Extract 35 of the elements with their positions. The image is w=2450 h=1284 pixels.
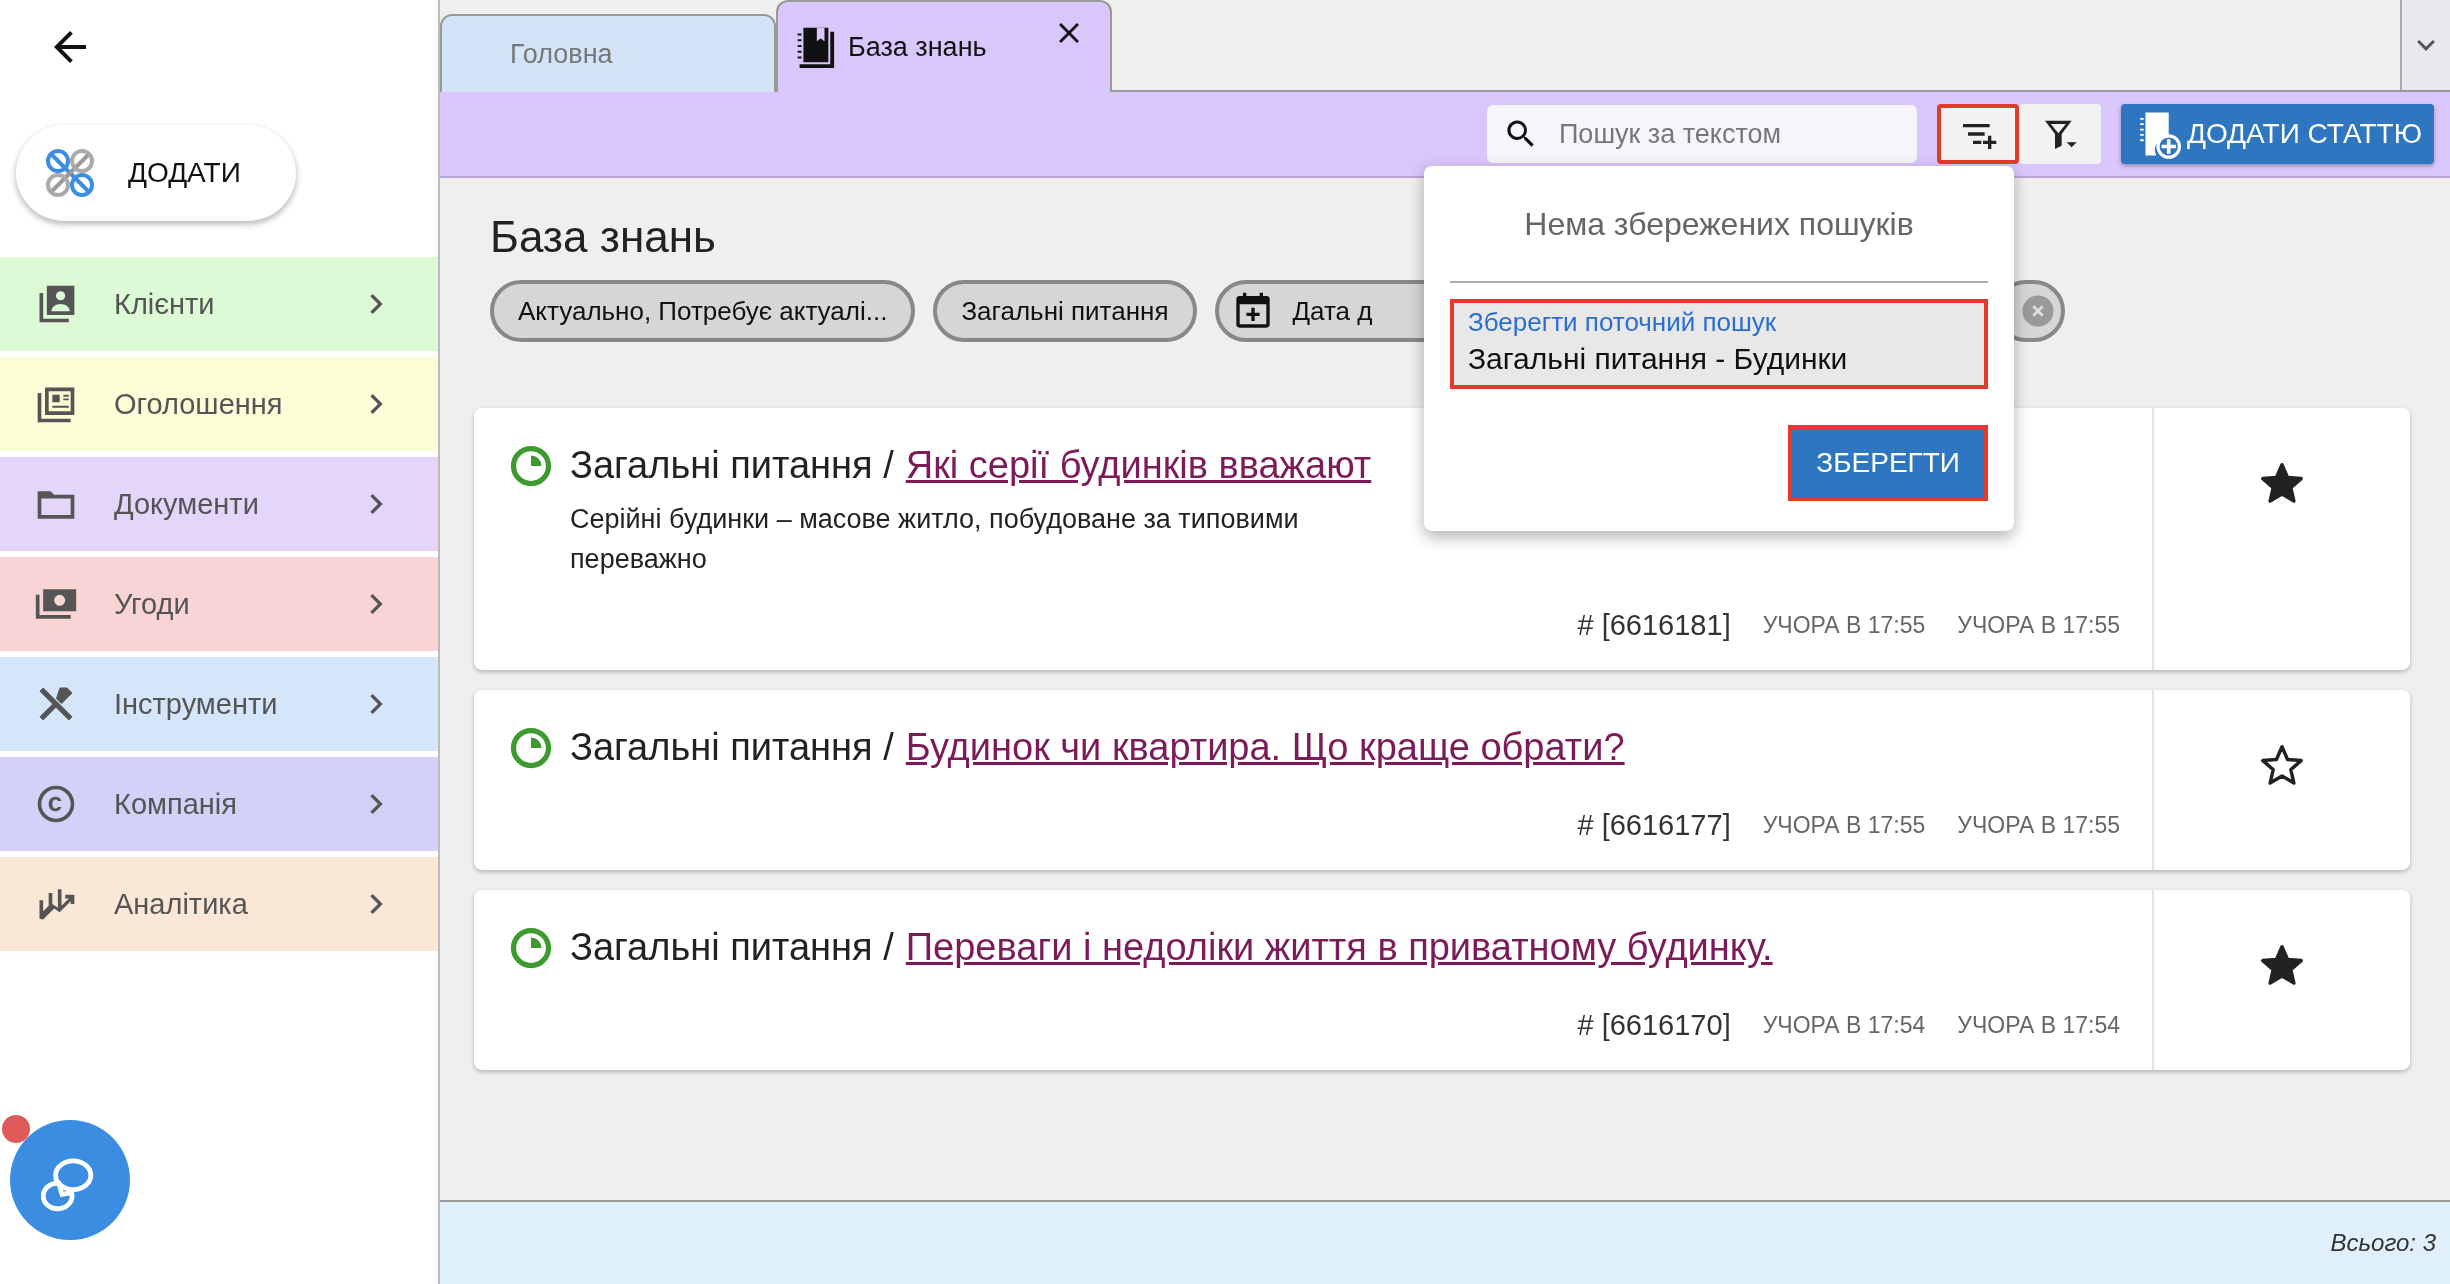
search-field[interactable]: Пошук за текстом [1486, 105, 1917, 163]
save-button[interactable]: ЗБЕРЕГТИ [1788, 425, 1988, 501]
add-article-button[interactable]: ДОДАТИ СТАТТЮ [2120, 104, 2434, 164]
sidebar-item[interactable]: Угоди [0, 557, 438, 651]
sidebar-item[interactable]: Клієнти [0, 257, 438, 351]
article-category: Загальні питання / [570, 726, 894, 769]
created-date: УЧОРА В 17:54 [1762, 1012, 1926, 1039]
article-link[interactable]: Будинок чи квартира. Що краще обрати? [905, 726, 1625, 769]
article-excerpt: Серійні будинки – масове житло, побудоване за типовими [570, 503, 1300, 536]
article-link[interactable]: Переваги і недоліки життя в приватному будинку. [905, 926, 1773, 969]
article-excerpt: переважно [570, 543, 708, 576]
updated-date: УЧОРА В 17:55 [1957, 612, 2120, 639]
add-button[interactable]: ДОДАТИ [16, 125, 296, 221]
article-category: Загальні питання / [570, 926, 894, 969]
article-id: # [6616170] [1577, 1009, 1731, 1042]
updated-date: УЧОРА В 17:55 [1957, 812, 2120, 839]
field-label: Зберегти поточний пошук [1468, 307, 1777, 338]
created-date: УЧОРА В 17:55 [1762, 612, 1926, 639]
article-id: # [6616177] [1577, 809, 1731, 842]
page-title: База знань [490, 212, 716, 262]
total-count: Всього: 3 [2330, 1229, 2436, 1257]
updated-date: УЧОРА В 17:54 [1957, 1012, 2120, 1039]
filter-chip[interactable]: Актуально, Потребує актуалі... [490, 280, 916, 342]
sidebar-item[interactable]: Оголошення [0, 357, 438, 451]
sidebar-item[interactable]: Інструменти [0, 657, 438, 751]
article-id: # [6616181] [1577, 609, 1731, 642]
empty-message: Нема збережених пошуків [1523, 206, 1915, 243]
created-date: УЧОРА В 17:55 [1762, 812, 1926, 839]
tab[interactable]: База знань [776, 0, 1112, 92]
filter-chip[interactable]: Загальні питання [933, 280, 1197, 342]
article-link[interactable]: Які серії будинків вважают [905, 444, 1372, 487]
sidebar-item[interactable]: Аналітика [0, 857, 438, 951]
sidebar-item[interactable]: Компанія [0, 757, 438, 851]
sidebar-item[interactable]: Документи [0, 457, 438, 551]
article-category: Загальні питання / [570, 444, 894, 487]
